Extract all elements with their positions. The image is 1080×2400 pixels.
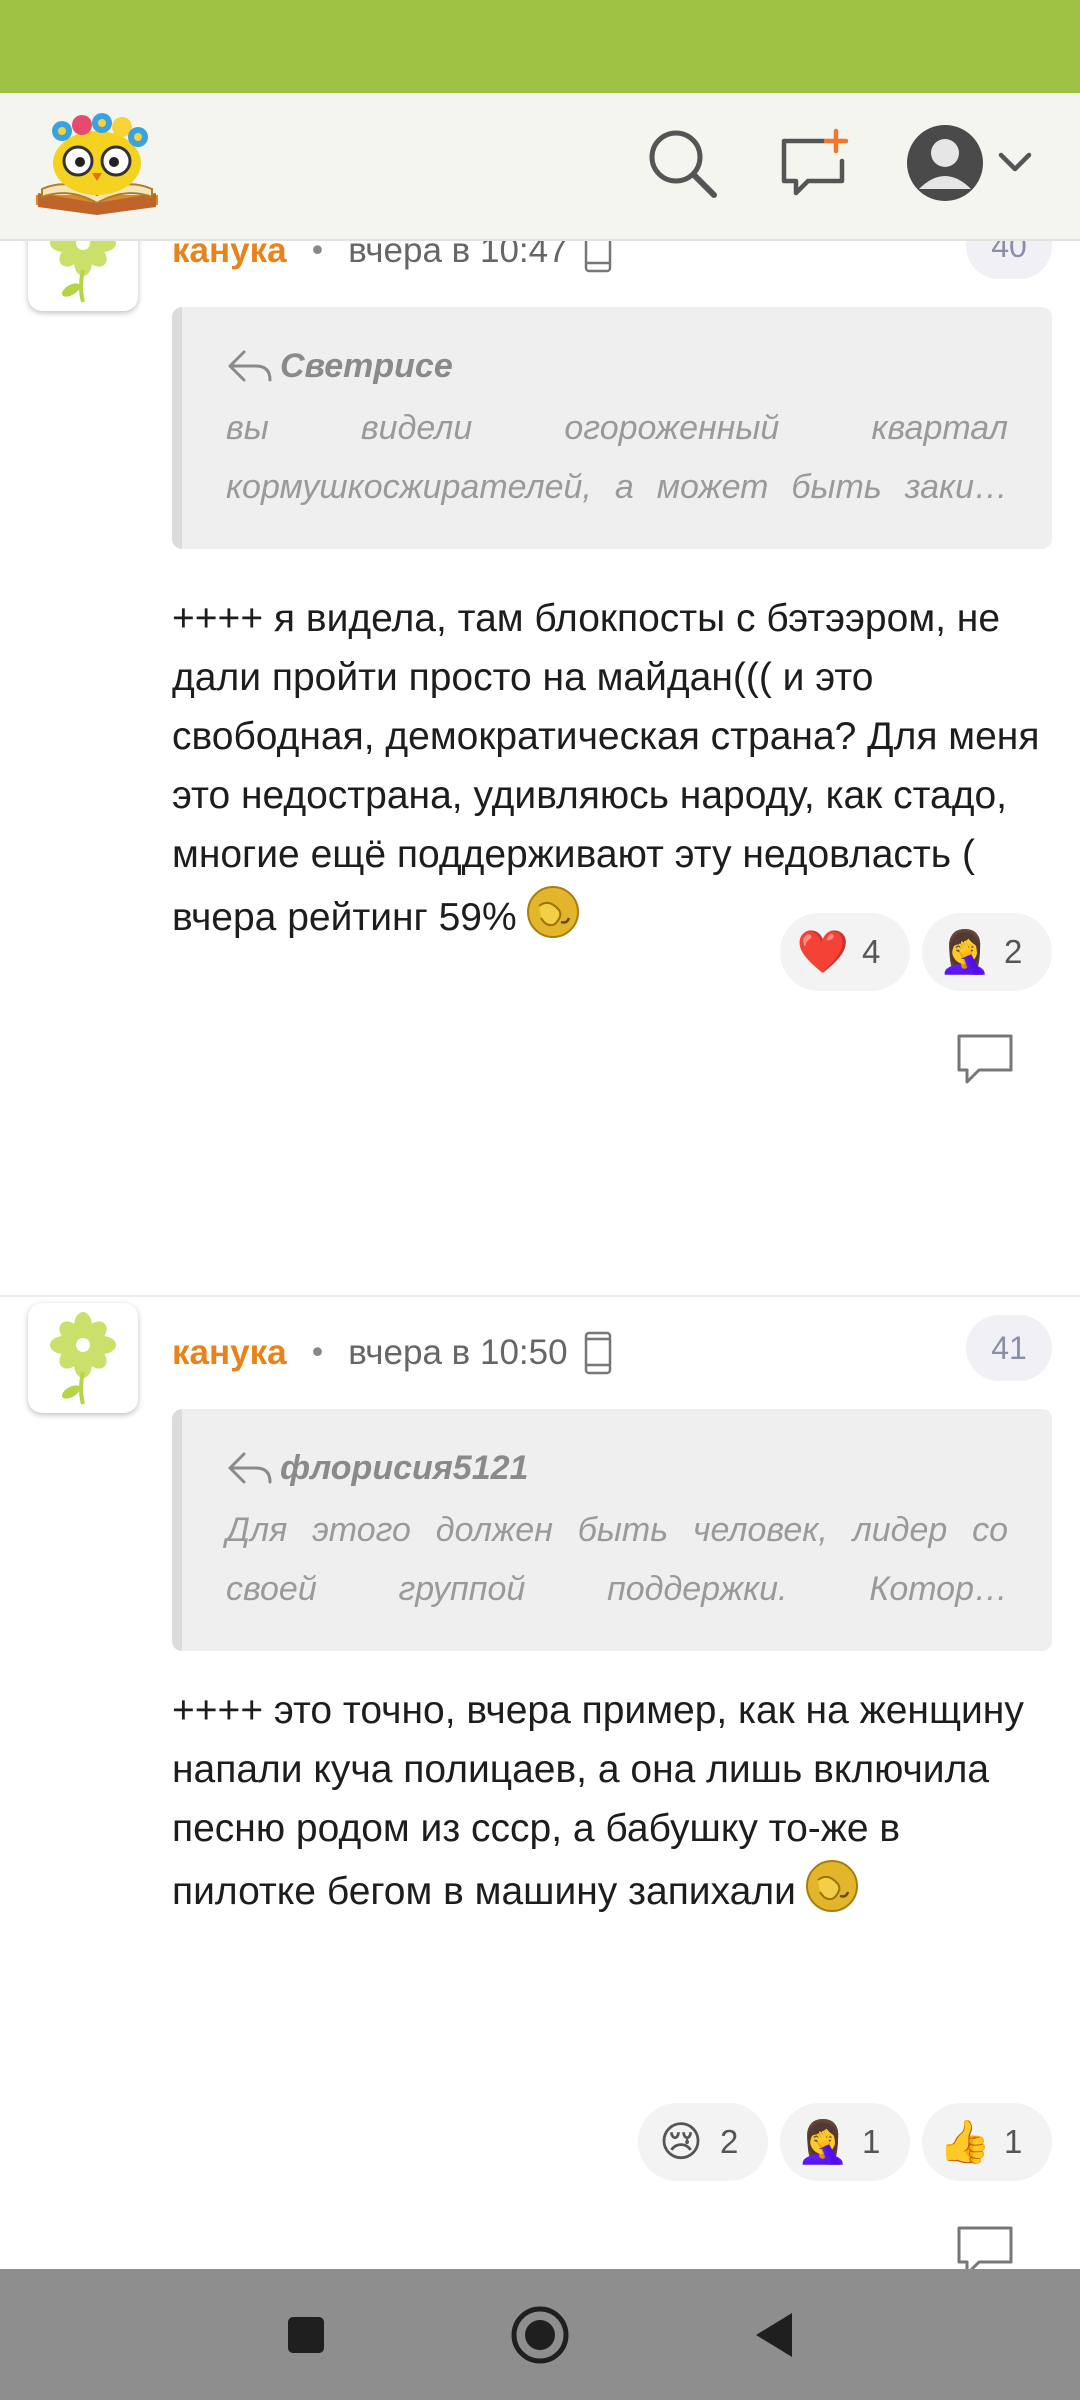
reply-button[interactable] <box>950 1029 1020 1089</box>
facepalm-icon: 🤦‍♀️ <box>938 927 992 976</box>
mobile-device-icon <box>584 1331 612 1375</box>
comment-time: вчера в 10:50 <box>348 1333 568 1372</box>
reaction-crying[interactable]: 😢 2 <box>638 2103 768 2181</box>
comment-number-badge[interactable]: 41 <box>966 1315 1052 1381</box>
quote-author-name: флорисия5121 <box>280 1448 529 1487</box>
reply-arrow-icon <box>228 1452 272 1484</box>
crying-face-icon: 😢 <box>659 2117 703 2166</box>
comment-meta: канука • вчера в 10:47 <box>172 241 612 279</box>
comment-text: ++++ это точно, вчера пример, как на жен… <box>172 1681 1052 1931</box>
quoted-reply[interactable]: Светрисе вы видели огороженный квартал к… <box>172 307 1052 549</box>
comments-feed[interactable]: канука • вчера в 10:47 40 Светрисе вы ви… <box>0 241 1080 2269</box>
comment-number-badge[interactable]: 40 <box>966 241 1052 279</box>
reaction-thumbs-up[interactable]: 👍 1 <box>922 2103 1052 2181</box>
recent-apps-button[interactable] <box>264 2293 348 2377</box>
app-header <box>0 93 1080 241</box>
separator-dot: • <box>308 1335 327 1371</box>
reaction-count: 1 <box>1004 2123 1023 2160</box>
reaction-facepalm[interactable]: 🤦‍♀️ 2 <box>922 913 1052 991</box>
quote-text: вы видели огороженный квартал кормушкосж… <box>226 409 1008 506</box>
quote-author: флорисия5121 <box>226 1445 1008 1491</box>
author-name[interactable]: канука <box>172 241 287 271</box>
home-button[interactable] <box>498 2293 582 2377</box>
status-bar <box>0 0 1080 93</box>
reaction-count: 4 <box>862 933 881 970</box>
avatar[interactable] <box>28 1303 138 1413</box>
reactions-bar: 😢 2 🤦‍♀️ 1 👍 1 <box>638 2103 1052 2181</box>
user-avatar-icon[interactable] <box>900 123 1040 203</box>
search-icon[interactable] <box>642 123 722 203</box>
reaction-count: 2 <box>1004 933 1023 970</box>
book-owl-logo[interactable] <box>34 107 160 219</box>
separator-dot: • <box>308 241 327 269</box>
system-navigation-bar <box>0 2269 1080 2400</box>
comment: канука • вчера в 10:47 40 Светрисе вы ви… <box>0 241 1080 1199</box>
back-button[interactable] <box>732 2293 816 2377</box>
quote-text: Для этого должен быть человек, лидер со … <box>226 1511 1008 1608</box>
reply-button[interactable] <box>950 2221 1020 2269</box>
comment-text: ++++ я видела, там блокпосты с бэтээром,… <box>172 589 1052 957</box>
reply-arrow-icon <box>228 350 272 382</box>
facepalm-icon: 🤦‍♀️ <box>796 2117 850 2166</box>
quote-author: Светрисе <box>226 343 1008 389</box>
avatar[interactable] <box>28 241 138 311</box>
author-name[interactable]: канука <box>172 1333 287 1373</box>
comment-time: вчера в 10:47 <box>348 241 568 270</box>
chat-plus-icon[interactable] <box>774 123 854 203</box>
comment-text-content: ++++ я видела, там блокпосты с бэтээром,… <box>172 597 1040 939</box>
reaction-heart[interactable]: ❤️ 4 <box>780 913 910 991</box>
facepalm-smiley-icon <box>525 884 581 957</box>
comment-text-content: ++++ это точно, вчера пример, как на жен… <box>172 1689 1024 1913</box>
reaction-count: 2 <box>720 2123 739 2160</box>
mobile-device-icon <box>584 241 612 273</box>
heart-icon: ❤️ <box>796 927 850 976</box>
thumbs-up-icon: 👍 <box>938 2117 992 2166</box>
facepalm-smiley-icon <box>804 1858 860 1931</box>
quote-author-name: Светрисе <box>280 346 453 385</box>
comment-meta: канука • вчера в 10:50 <box>172 1325 612 1381</box>
reaction-count: 1 <box>862 2123 881 2160</box>
comment: канука • вчера в 10:50 41 флорисия5121 Д… <box>0 1291 1080 2269</box>
reactions-bar: ❤️ 4 🤦‍♀️ 2 <box>780 913 1052 991</box>
reaction-facepalm[interactable]: 🤦‍♀️ 1 <box>780 2103 910 2181</box>
quoted-reply[interactable]: флорисия5121 Для этого должен быть челов… <box>172 1409 1052 1651</box>
